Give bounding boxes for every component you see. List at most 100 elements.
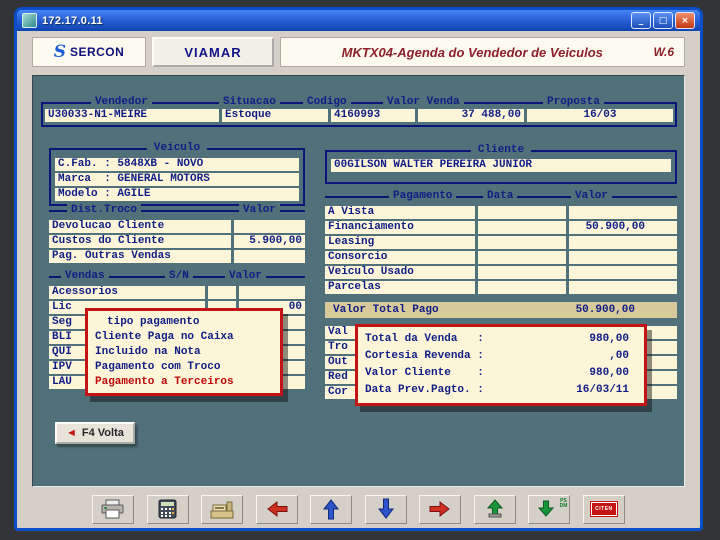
maximize-button[interactable]: □: [653, 12, 673, 29]
valor-cliente-label: Valor Cliente :: [365, 367, 484, 379]
vendedor-field[interactable]: U30033-N1-MEIRE: [45, 109, 219, 122]
modelo-field[interactable]: Modelo : AGILE: [55, 188, 299, 201]
pagamento-row-data[interactable]: [478, 281, 566, 294]
proposta-field[interactable]: 16/03: [527, 109, 673, 122]
minimize-button[interactable]: _: [631, 12, 651, 29]
pagamento-row-valor[interactable]: [569, 251, 677, 264]
exit-button[interactable]: CITEN: [582, 494, 625, 524]
menu-item-pagamento-a-terceiros[interactable]: Pagamento a Terceiros: [95, 375, 273, 390]
calculator-button[interactable]: [146, 494, 189, 524]
pagamento-row-label: Consorcio: [325, 251, 475, 264]
back-arrow-icon: ◄: [66, 426, 77, 439]
pagamento-row-valor[interactable]: [569, 236, 677, 249]
page-title: MKTX04-Agenda do Vendedor de Veiculos: [341, 44, 603, 60]
f4-volta-button[interactable]: ◄ F4 Volta: [55, 422, 135, 444]
sercon-logo-icon: S: [53, 42, 66, 62]
pagamento-row-data[interactable]: [478, 206, 566, 219]
pagamento-row-valor[interactable]: [569, 281, 677, 294]
devolucao-cliente-value[interactable]: [234, 220, 305, 233]
cliente-field[interactable]: 00GILSON WALTER PEREIRA JUNIOR: [331, 159, 671, 172]
pagamento-row-data[interactable]: [478, 221, 566, 234]
pagamento-row-valor[interactable]: [569, 206, 677, 219]
version-label: W.6: [653, 45, 674, 59]
table-row: Parcelas: [325, 281, 677, 294]
pagamento-row-valor[interactable]: 50.900,00: [569, 221, 677, 234]
codigo-field[interactable]: 4160993: [331, 109, 415, 122]
top-fields-group: Vendedor Situacao Codigo Valor Venda Pro…: [41, 96, 677, 127]
close-button[interactable]: ×: [675, 12, 695, 29]
data-prev-pagto-value: 16/03/11: [576, 384, 629, 396]
sercon-logo: S SERCON: [32, 37, 146, 67]
app-window: 172.17.0.11 _ □ × S SERCON VIAMAR MKTX04…: [14, 7, 703, 531]
modelo-value: AGILE: [117, 188, 151, 200]
vendas-title: Vendas: [61, 270, 109, 283]
arrow-right-icon: [429, 500, 451, 518]
pagamento-valor-col: Valor: [571, 190, 613, 203]
cfab-label: C.Fab. :: [58, 158, 111, 170]
tipo-pagamento-title: tipo pagamento: [107, 316, 200, 328]
valor-total-pago-label: Valor Total Pago: [333, 304, 439, 316]
dist-troco-valor-col: Valor: [239, 204, 281, 217]
menu-item-pagamento-com-troco[interactable]: Pagamento com Troco: [95, 360, 273, 375]
table-row: A Vista: [325, 206, 677, 219]
export-up-button[interactable]: [473, 494, 516, 524]
dealer-tab[interactable]: VIAMAR: [152, 37, 274, 67]
proposta-label: Proposta: [543, 96, 604, 109]
cliente-group: Cliente 00GILSON WALTER PEREIRA JUNIOR: [325, 144, 677, 184]
cfab-field[interactable]: C.Fab. : 5848XB - NOVO: [55, 158, 299, 171]
modelo-label: Modelo :: [58, 188, 111, 200]
table-row: Devolucao Cliente: [49, 220, 305, 233]
arrow-up-icon: [323, 499, 340, 520]
vendas-row-sn[interactable]: [208, 286, 236, 299]
pagamento-row-data[interactable]: [478, 266, 566, 279]
cash-register-button[interactable]: [201, 494, 244, 524]
dist-troco-group: Dist.Troco Valor Devolucao Cliente Custo…: [49, 204, 305, 265]
scroll-up-button[interactable]: [310, 494, 353, 524]
next-record-button[interactable]: [419, 494, 462, 524]
pagamento-row-valor[interactable]: [569, 266, 677, 279]
pagamento-row-data[interactable]: [478, 251, 566, 264]
pag-outras-vendas-label: Pag. Outras Vendas: [49, 250, 231, 263]
import-down-button[interactable]: PS DM: [528, 494, 571, 524]
total-da-venda-label: Total da Venda :: [365, 333, 484, 345]
veiculo-group: Veiculo C.Fab. : 5848XB - NOVO Marca : G…: [49, 142, 305, 206]
menu-item-cliente-paga-no-caixa[interactable]: Cliente Paga no Caixa: [95, 330, 273, 345]
pagamento-row-label: A Vista: [325, 206, 475, 219]
pagamento-row-data[interactable]: [478, 236, 566, 249]
window-title: 172.17.0.11: [42, 14, 103, 27]
table-row: Data Prev.Pagto. : 16/03/11: [365, 382, 637, 399]
vendas-sn-col: S/N: [165, 270, 193, 283]
pag-outras-vendas-value[interactable]: [234, 250, 305, 263]
vendas-row-value[interactable]: [239, 286, 305, 299]
veiculo-title: Veiculo: [146, 142, 208, 155]
f4-volta-label: F4 Volta: [81, 427, 124, 439]
total-da-venda-value: 980,00: [589, 333, 629, 345]
marca-field[interactable]: Marca : GENERAL MOTORS: [55, 173, 299, 186]
screen-title-bar: MKTX04-Agenda do Vendedor de Veiculos W.…: [280, 37, 685, 67]
vendedor-label: Vendedor: [91, 96, 152, 109]
vendas-row-label: Acessorios: [49, 286, 205, 299]
resumo-venda-popup: Total da Venda : 980,00 Cortesia Revenda …: [355, 324, 647, 406]
codigo-label: Codigo: [303, 96, 351, 109]
pagamento-row-label: Veiculo Usado: [325, 266, 475, 279]
table-row: Cortesia Revenda : ,00: [365, 348, 637, 365]
sercon-logo-text: SERCON: [69, 45, 125, 59]
valor-total-pago-row: Valor Total Pago 50.900,00: [325, 302, 677, 318]
scroll-down-button[interactable]: [364, 494, 407, 524]
arrow-up-green-icon: [486, 499, 503, 518]
pagamento-title: Pagamento: [389, 190, 457, 203]
table-row: Acessorios: [49, 286, 305, 299]
tipo-pagamento-popup: tipo pagamento Cliente Paga no Caixa Inc…: [85, 308, 283, 396]
menu-item-incluido-na-nota[interactable]: Incluido na Nota: [95, 345, 273, 360]
prev-record-button[interactable]: [255, 494, 298, 524]
marca-value: GENERAL MOTORS: [117, 173, 210, 185]
valor-venda-field[interactable]: 37 488,00: [418, 109, 524, 122]
print-button[interactable]: [92, 494, 134, 524]
devolucao-cliente-label: Devolucao Cliente: [49, 220, 231, 233]
situacao-field[interactable]: Estoque: [222, 109, 328, 122]
pagamento-group: Pagamento Data Valor A Vista Financiamen…: [325, 190, 677, 296]
pagamento-row-label: Parcelas: [325, 281, 475, 294]
custos-cliente-value[interactable]: 5.900,00: [234, 235, 305, 248]
titlebar[interactable]: 172.17.0.11 _ □ ×: [17, 10, 700, 31]
cortesia-revenda-value: ,00: [609, 350, 629, 362]
